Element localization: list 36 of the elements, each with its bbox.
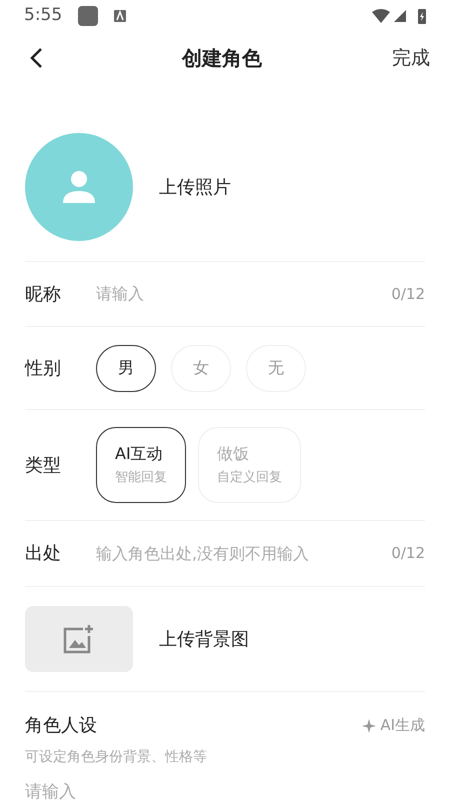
battery-icon xyxy=(418,8,426,24)
nickname-input[interactable]: 请输入 xyxy=(96,282,392,306)
done-button[interactable]: 完成 xyxy=(392,44,430,72)
field-label: 出处 xyxy=(25,542,62,566)
page-title: 创建角色 xyxy=(182,45,262,72)
type-option[interactable]: 做饭 自定义回复 xyxy=(198,427,301,503)
add-image-icon xyxy=(63,624,95,654)
persona-label: 角色人设 xyxy=(25,714,98,738)
gender-option[interactable]: 女 xyxy=(171,344,231,392)
type-option[interactable]: AI互动 智能回复 xyxy=(96,427,186,503)
app-notification-icon xyxy=(78,6,98,26)
background-upload[interactable] xyxy=(25,606,133,672)
field-label: 昵称 xyxy=(25,282,62,306)
char-counter: 0/12 xyxy=(391,284,425,305)
upload-background-label: 上传背景图 xyxy=(159,628,249,652)
wifi-icon xyxy=(372,9,390,23)
keyboard-app-icon xyxy=(114,10,126,22)
type-subtitle: 自定义回复 xyxy=(217,469,282,488)
gender-option[interactable]: 男 xyxy=(96,344,156,392)
gender-option[interactable]: 无 xyxy=(246,344,306,392)
back-icon xyxy=(29,47,43,69)
signal-icon xyxy=(394,10,406,22)
sparkle-icon xyxy=(362,718,376,732)
field-label: 性别 xyxy=(25,356,62,380)
ai-generate-button[interactable]: AI生成 xyxy=(362,714,425,737)
persona-hint: 可设定角色身份背景、性格等 xyxy=(25,748,208,767)
char-counter: 0/12 xyxy=(391,543,425,564)
type-title: 做饭 xyxy=(217,443,249,466)
persona-input[interactable]: 请输入 xyxy=(25,780,425,800)
status-time: 5:55 xyxy=(24,4,62,28)
type-subtitle: 智能回复 xyxy=(115,469,167,488)
upload-photo-label: 上传照片 xyxy=(159,176,231,200)
person-icon xyxy=(61,169,97,205)
origin-input[interactable]: 输入角色出处,没有则不用输入 xyxy=(96,542,392,566)
field-label: 类型 xyxy=(25,454,62,478)
type-title: AI互动 xyxy=(115,443,163,466)
